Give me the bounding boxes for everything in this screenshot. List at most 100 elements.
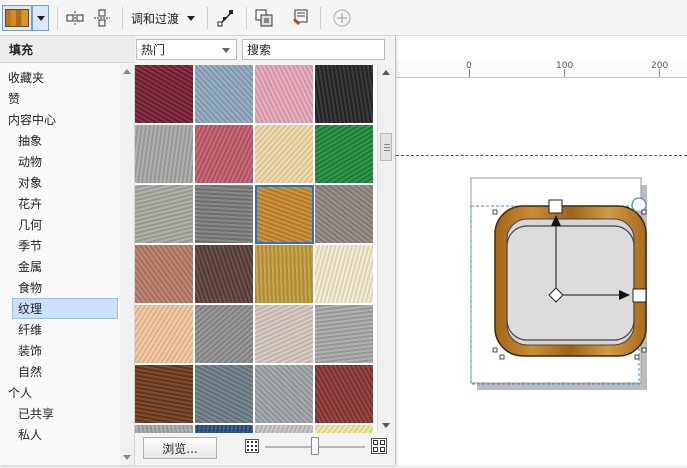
canvas-artwork bbox=[470, 177, 647, 390]
tree-item[interactable]: 食物 bbox=[0, 277, 118, 298]
tree-item[interactable]: 动物 bbox=[0, 151, 118, 172]
texture-swatch[interactable] bbox=[195, 185, 254, 244]
texture-swatch[interactable] bbox=[255, 65, 314, 124]
scroll-up-icon[interactable] bbox=[382, 70, 390, 75]
fill-settings-icon bbox=[293, 9, 308, 25]
texture-swatch[interactable] bbox=[255, 305, 314, 364]
tree-item[interactable]: 几何 bbox=[0, 214, 118, 235]
ruler-label: 100 bbox=[556, 61, 574, 71]
mirror-horizontal-button[interactable] bbox=[63, 6, 87, 30]
small-thumbnails-icon[interactable] bbox=[245, 439, 259, 453]
tree-item[interactable]: 纤维 bbox=[0, 319, 118, 340]
texture-swatch[interactable] bbox=[255, 425, 314, 433]
tree-item[interactable]: 对象 bbox=[0, 172, 118, 193]
copy-fill-button[interactable] bbox=[252, 6, 276, 30]
tree-item[interactable]: 赞 bbox=[0, 88, 118, 109]
tree-item[interactable]: 个人 bbox=[0, 382, 118, 403]
large-thumbnails-icon[interactable] bbox=[371, 438, 387, 454]
texture-swatch[interactable] bbox=[135, 305, 194, 364]
category-dropdown[interactable]: 热门 bbox=[136, 39, 237, 60]
browse-button[interactable]: 浏览... bbox=[143, 437, 217, 459]
tree-item[interactable]: 私人 bbox=[0, 424, 118, 445]
mirror-vertical-button[interactable] bbox=[90, 6, 114, 30]
tree-item[interactable]: 花卉 bbox=[0, 193, 118, 214]
toolbar-divider bbox=[246, 7, 247, 29]
ruler-label: 200 bbox=[651, 61, 669, 71]
tree-item[interactable]: 自然 bbox=[0, 361, 118, 382]
interactive-fill-icon bbox=[217, 10, 233, 27]
tree-item[interactable]: 纹理 bbox=[12, 298, 118, 319]
tree-item[interactable]: 金属 bbox=[0, 256, 118, 277]
property-toolbar: 调和过渡 bbox=[0, 0, 687, 36]
texture-grid bbox=[135, 65, 377, 433]
mirror-vertical-icon bbox=[94, 9, 110, 27]
panel-title: 填充 bbox=[0, 36, 135, 63]
ruler-label: 0 bbox=[466, 61, 472, 71]
texture-swatch[interactable] bbox=[255, 185, 314, 244]
scroll-down-icon[interactable] bbox=[123, 455, 131, 460]
panel-footer: 浏览... bbox=[135, 433, 395, 465]
inner-panel bbox=[506, 225, 635, 341]
grip-line bbox=[384, 150, 390, 151]
texture-swatch[interactable] bbox=[195, 305, 254, 364]
texture-swatch[interactable] bbox=[195, 425, 254, 433]
horizontal-ruler: 0 100 200 bbox=[396, 60, 687, 78]
tree-item[interactable]: 收藏夹 bbox=[0, 67, 118, 88]
tree-item[interactable]: 抽象 bbox=[0, 130, 118, 151]
texture-swatch[interactable] bbox=[315, 365, 374, 424]
texture-swatch[interactable] bbox=[135, 425, 194, 433]
category-tree: 收藏夹赞内容中心 抽象 动物 对象 花卉 几何 季节 金属 食物 纹理 纤维 装饰 自然 个人 已共享 私人 bbox=[0, 64, 135, 465]
texture-swatch[interactable] bbox=[315, 305, 374, 364]
toolbar-divider bbox=[207, 7, 208, 29]
texture-swatch[interactable] bbox=[135, 65, 194, 124]
tree-item[interactable]: 季节 bbox=[0, 235, 118, 256]
texture-swatch[interactable] bbox=[135, 125, 194, 184]
texture-swatch[interactable] bbox=[195, 245, 254, 304]
blend-transition-label: 调和过渡 bbox=[131, 11, 180, 26]
drawing-canvas[interactable] bbox=[396, 78, 687, 465]
grip-line bbox=[384, 147, 390, 148]
fill-right-handle[interactable] bbox=[632, 288, 647, 303]
blend-transition-dropdown[interactable]: 调和过渡 bbox=[131, 6, 201, 30]
tree-item[interactable]: 装饰 bbox=[0, 340, 118, 361]
chevron-down-icon bbox=[222, 48, 230, 53]
texture-swatch[interactable] bbox=[195, 65, 254, 124]
texture-scrollbar[interactable] bbox=[377, 65, 394, 433]
tree-item[interactable]: 已共享 bbox=[0, 403, 118, 424]
thumbnail-size-slider-thumb[interactable] bbox=[311, 437, 319, 455]
toolbar-divider bbox=[320, 7, 321, 29]
scroll-up-icon[interactable] bbox=[123, 69, 131, 74]
scroll-down-icon[interactable] bbox=[382, 423, 390, 428]
search-input[interactable]: 搜索 bbox=[242, 39, 385, 60]
texture-swatch[interactable] bbox=[315, 245, 374, 304]
fill-swatch-button[interactable] bbox=[2, 5, 32, 31]
toolbar-divider bbox=[122, 7, 123, 29]
scroll-thumb[interactable] bbox=[380, 133, 392, 161]
texture-swatch[interactable] bbox=[195, 125, 254, 184]
texture-swatch[interactable] bbox=[315, 125, 374, 184]
chevron-down-icon bbox=[187, 15, 196, 21]
texture-swatch[interactable] bbox=[315, 185, 374, 244]
texture-swatch[interactable] bbox=[135, 365, 194, 424]
texture-swatch[interactable] bbox=[255, 125, 314, 184]
search-placeholder: 搜索 bbox=[247, 43, 272, 57]
texture-swatch[interactable] bbox=[315, 425, 374, 433]
texture-swatch[interactable] bbox=[195, 365, 254, 424]
guideline bbox=[396, 155, 687, 156]
texture-swatch[interactable] bbox=[135, 185, 194, 244]
fill-top-handle[interactable] bbox=[548, 199, 563, 214]
texture-swatch[interactable] bbox=[135, 245, 194, 304]
texture-swatch[interactable] bbox=[315, 65, 374, 124]
tree-scrollbar[interactable] bbox=[120, 64, 134, 465]
texture-swatch[interactable] bbox=[255, 245, 314, 304]
texture-swatch[interactable] bbox=[255, 365, 314, 424]
mirror-horizontal-icon bbox=[66, 11, 84, 25]
plus-circle-icon bbox=[333, 9, 351, 27]
add-button[interactable] bbox=[330, 6, 354, 30]
tree-item[interactable]: 内容中心 bbox=[0, 109, 118, 130]
chevron-down-icon bbox=[36, 15, 45, 21]
fill-settings-button[interactable] bbox=[288, 6, 312, 30]
edit-fill-button[interactable] bbox=[214, 6, 238, 30]
wood-fill-swatch bbox=[5, 9, 29, 27]
fill-dropdown-button[interactable] bbox=[32, 5, 49, 31]
